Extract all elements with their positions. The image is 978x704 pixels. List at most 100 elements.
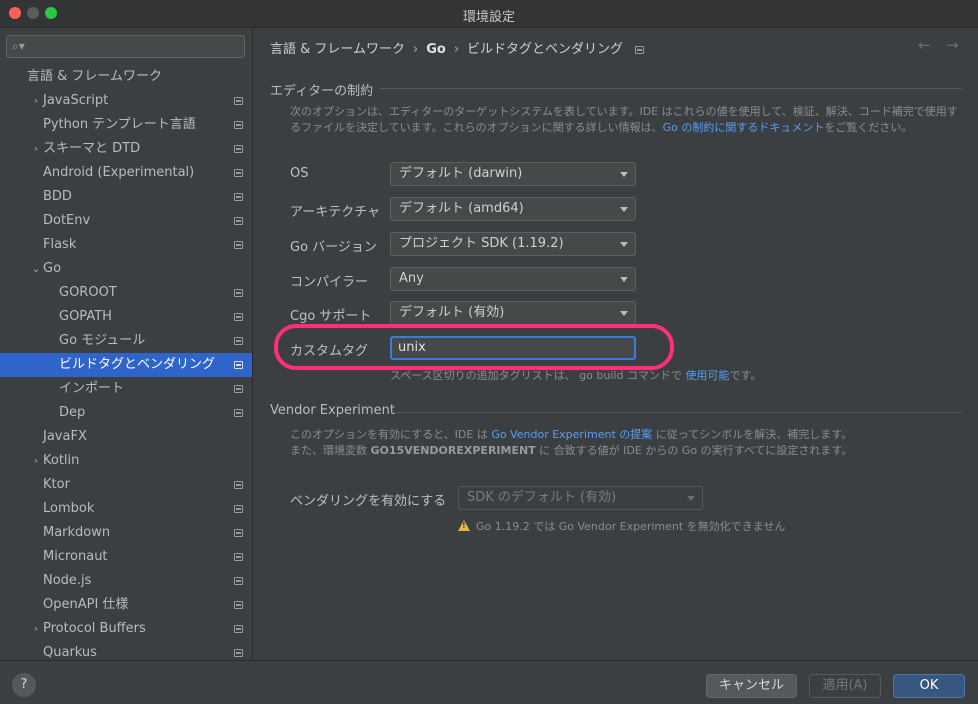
chevron-right-icon[interactable]: › — [30, 449, 42, 473]
sidebar-item[interactable]: › Protocol Buffers — [0, 617, 252, 641]
sidebar-item[interactable]: Micronaut — [0, 545, 252, 569]
sidebar-item[interactable]: DotEnv — [0, 209, 252, 233]
back-arrow-icon[interactable]: ← — [918, 36, 931, 54]
project-settings-icon — [234, 193, 243, 201]
sidebar-item[interactable]: Quarkus — [0, 641, 252, 660]
project-settings-icon — [234, 553, 243, 561]
go-version-label: Go バージョン — [290, 240, 377, 255]
sidebar-item[interactable]: Flask — [0, 233, 252, 257]
project-settings-icon — [234, 625, 243, 633]
apply-button[interactable]: 適用(A) — [809, 674, 881, 698]
chevron-right-icon[interactable]: › — [30, 617, 42, 641]
sidebar-item-label: Android (Experimental) — [43, 165, 195, 180]
section-title-vendor-experiment: Vendor Experiment — [270, 403, 395, 418]
settings-tree: 言語 & フレームワーク › JavaScript Python テンプレート言語 › ス… — [0, 65, 252, 660]
sidebar-item-label: Python テンプレート言語 — [43, 117, 196, 132]
sidebar-item-label: GOPATH — [59, 309, 112, 324]
sidebar-item[interactable]: GOPATH — [0, 305, 252, 329]
chevron-right-icon[interactable]: › — [30, 137, 42, 161]
chevron-down-icon[interactable]: ⌄ — [30, 257, 42, 281]
sidebar-item[interactable]: GOROOT — [0, 281, 252, 305]
sidebar-item[interactable]: Node.js — [0, 569, 252, 593]
section-divider — [392, 412, 962, 413]
os-label: OS — [290, 166, 309, 181]
project-settings-icon — [234, 481, 243, 489]
breadcrumb-item-languages[interactable]: 言語 & フレームワーク — [270, 42, 405, 57]
sidebar-item-label: 言語 & フレームワーク — [27, 69, 163, 84]
sidebar-item-label: OpenAPI 仕様 — [43, 597, 129, 612]
cancel-button[interactable]: キャンセル — [706, 674, 797, 698]
vendor-experiment-proposal-link[interactable]: Go Vendor Experiment の提案 — [491, 428, 652, 441]
project-settings-icon — [234, 313, 243, 321]
sidebar-item-label: Ktor — [43, 477, 70, 492]
dropdown-arrow-icon — [620, 242, 628, 247]
sidebar-item-label: インポート — [59, 381, 125, 396]
sidebar-item[interactable]: BDD — [0, 185, 252, 209]
sidebar-item[interactable]: › JavaScript — [0, 89, 252, 113]
sidebar-item-label: Micronaut — [43, 549, 108, 564]
sidebar-item-label: Node.js — [43, 573, 92, 588]
window-title: 環境設定 — [462, 10, 515, 25]
settings-sidebar: ⌕▾ 言語 & フレームワーク › JavaScript Python テンプレート言… — [0, 28, 253, 660]
chevron-right-icon[interactable]: › — [30, 89, 42, 113]
sidebar-item-label: DotEnv — [43, 213, 91, 228]
sidebar-item-label: Protocol Buffers — [43, 621, 146, 636]
sidebar-item-label: BDD — [43, 189, 72, 204]
project-settings-icon — [234, 577, 243, 585]
settings-search-input[interactable]: ⌕▾ — [6, 35, 245, 58]
sidebar-item[interactable]: ⌄ Go — [0, 257, 252, 281]
project-settings-icon — [234, 121, 243, 129]
sidebar-item[interactable]: ビルドタグとベンダリング — [0, 353, 252, 377]
vendor-description: このオプションを有効にすると、IDE は Go Vendor Experimen… — [290, 428, 853, 457]
compiler-label: コンパイラー — [290, 275, 369, 290]
go-version-select[interactable]: プロジェクト SDK (1.19.2) — [390, 232, 636, 256]
title-bar: 環境設定 — [0, 0, 978, 28]
sidebar-item[interactable]: Android (Experimental) — [0, 161, 252, 185]
sidebar-item-label: JavaScript — [43, 93, 109, 108]
os-select[interactable]: デフォルト (darwin) — [390, 162, 636, 186]
sidebar-item[interactable]: OpenAPI 仕様 — [0, 593, 252, 617]
sidebar-item[interactable]: › スキーマと DTD — [0, 137, 252, 161]
ok-button[interactable]: OK — [893, 674, 965, 698]
sidebar-item[interactable]: Go モジュール — [0, 329, 252, 353]
go-constraints-docs-link[interactable]: Go の制約に関するドキュメント — [663, 121, 825, 134]
cgo-select[interactable]: デフォルト (有効) — [390, 301, 636, 325]
sidebar-item[interactable]: › Kotlin — [0, 449, 252, 473]
custom-tags-hint: スペース区切りの追加タグリストは、 go build コマンドで 使用可能です。 — [390, 369, 762, 382]
project-settings-icon — [234, 529, 243, 537]
arch-select[interactable]: デフォルト (amd64) — [390, 197, 636, 221]
dropdown-arrow-icon — [620, 277, 628, 282]
project-settings-icon — [635, 45, 645, 54]
sidebar-item[interactable]: JavaFX — [0, 425, 252, 449]
project-settings-icon — [234, 217, 243, 225]
sidebar-item[interactable]: 言語 & フレームワーク — [0, 65, 252, 89]
dialog-button-bar: ? キャンセル 適用(A) OK — [0, 660, 978, 704]
sidebar-item[interactable]: Dep — [0, 401, 252, 425]
project-settings-icon — [234, 289, 243, 297]
settings-content: 言語 & フレームワーク › Go › ビルドタグとベンダリング ← → エディターの制… — [254, 28, 978, 660]
sidebar-item-label: Markdown — [43, 525, 111, 540]
highlight-annotation — [274, 324, 674, 370]
sidebar-item-label: Go — [43, 261, 62, 276]
sidebar-item[interactable]: Markdown — [0, 521, 252, 545]
sidebar-item[interactable]: Ktor — [0, 473, 252, 497]
section-divider — [380, 88, 962, 89]
help-button[interactable]: ? — [12, 673, 36, 697]
go-build-usage-link[interactable]: 使用可能 — [685, 369, 729, 382]
sidebar-item-label: Flask — [43, 237, 77, 252]
forward-arrow-icon[interactable]: → — [946, 36, 959, 54]
breadcrumb-item-current: ビルドタグとベンダリング — [467, 42, 624, 57]
sidebar-item-label: Kotlin — [43, 453, 80, 468]
sidebar-item-label: Go モジュール — [59, 333, 146, 348]
project-settings-icon — [234, 409, 243, 417]
sidebar-item[interactable]: Lombok — [0, 497, 252, 521]
sidebar-item[interactable]: Python テンプレート言語 — [0, 113, 252, 137]
project-settings-icon — [234, 97, 243, 105]
breadcrumb-item-go[interactable]: Go — [426, 42, 446, 57]
project-settings-icon — [234, 385, 243, 393]
compiler-select[interactable]: Any — [390, 267, 636, 291]
section-title-editor-constraints: エディターの制約 — [270, 84, 374, 99]
sidebar-item[interactable]: インポート — [0, 377, 252, 401]
project-settings-icon — [234, 505, 243, 513]
project-settings-icon — [234, 145, 243, 153]
